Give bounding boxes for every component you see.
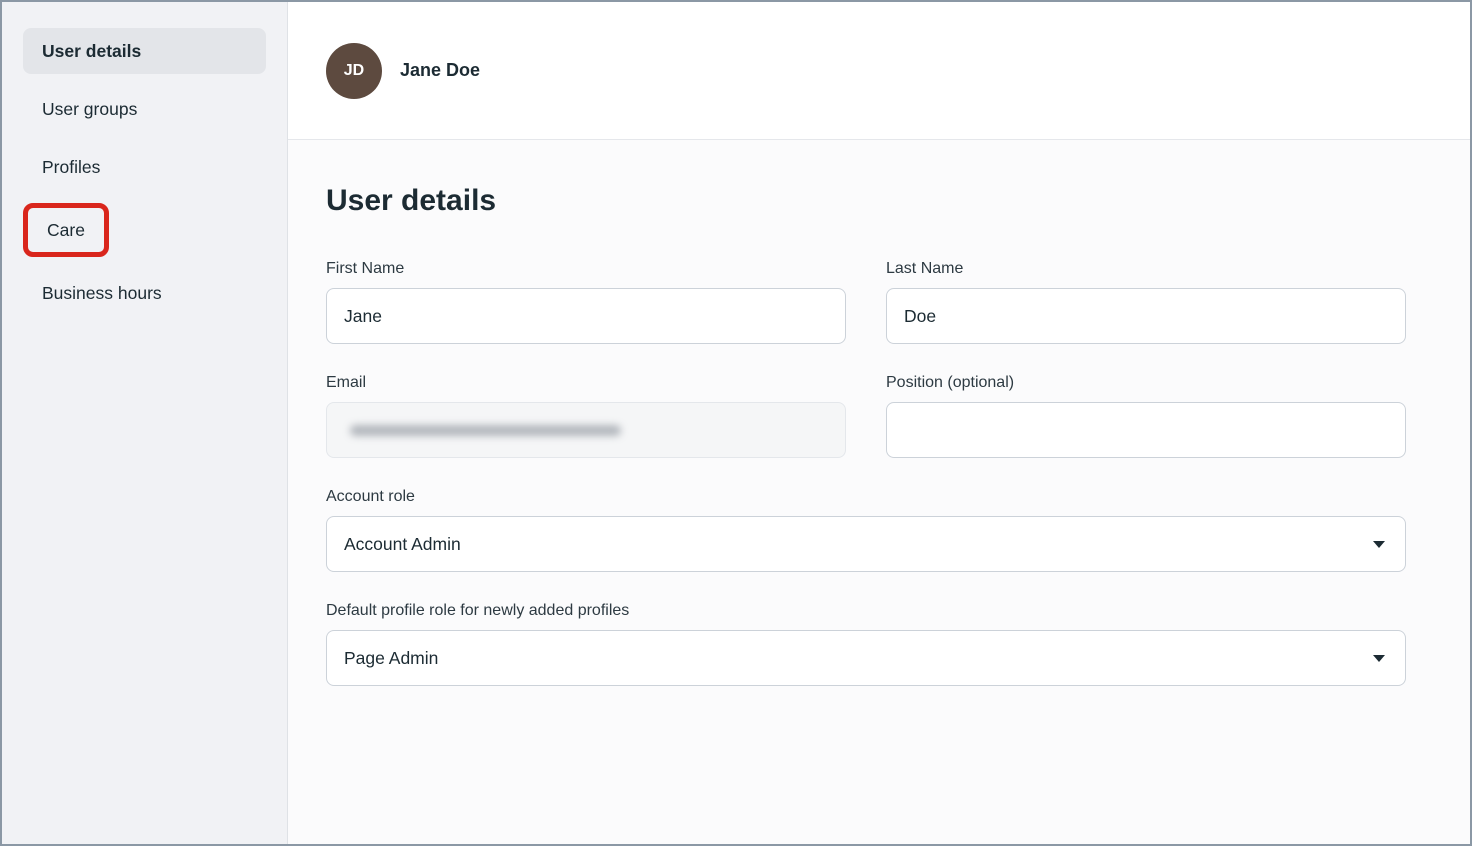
default-profile-role-select[interactable]: Page Admin: [326, 630, 1406, 686]
sidebar-item-user-details[interactable]: User details: [23, 28, 266, 74]
name-fields-row: First Name Last Name: [326, 260, 1406, 344]
user-header: JD Jane Doe: [288, 2, 1470, 140]
first-name-input[interactable]: [326, 288, 846, 344]
avatar: JD: [326, 43, 382, 99]
redacted-email-blur: [350, 425, 621, 436]
chevron-down-icon: [1373, 655, 1385, 662]
first-name-field-block: First Name: [326, 260, 846, 344]
sidebar-item-label: User details: [42, 41, 141, 61]
sidebar-item-label: Care: [47, 220, 85, 240]
page-title: User details: [326, 184, 1406, 218]
last-name-label: Last Name: [886, 260, 1406, 278]
sidebar-item-business-hours[interactable]: Business hours: [23, 270, 266, 316]
email-position-row: Email Position (optional): [326, 374, 1406, 458]
email-field-block: Email: [326, 374, 846, 458]
sidebar-item-care[interactable]: Care: [23, 202, 266, 258]
default-profile-role-label: Default profile role for newly added pro…: [326, 602, 1406, 620]
user-name: Jane Doe: [400, 60, 480, 81]
position-input[interactable]: [886, 402, 1406, 458]
account-role-label: Account role: [326, 488, 1406, 506]
app-window: User details User groups Profiles Care B…: [0, 0, 1472, 846]
default-profile-role-field-block: Default profile role for newly added pro…: [326, 602, 1406, 686]
first-name-label: First Name: [326, 260, 846, 278]
position-field-block: Position (optional): [886, 374, 1406, 458]
position-label: Position (optional): [886, 374, 1406, 392]
account-role-select[interactable]: Account Admin: [326, 516, 1406, 572]
avatar-initials: JD: [344, 62, 364, 80]
last-name-field-block: Last Name: [886, 260, 1406, 344]
sidebar-item-label: Profiles: [42, 157, 100, 177]
sidebar-item-label: User groups: [42, 99, 137, 119]
last-name-input[interactable]: [886, 288, 1406, 344]
sidebar-item-profiles[interactable]: Profiles: [23, 144, 266, 190]
sidebar-item-label: Business hours: [42, 283, 162, 303]
settings-sidebar: User details User groups Profiles Care B…: [2, 2, 288, 844]
chevron-down-icon: [1373, 541, 1385, 548]
email-input-redacted: [326, 402, 846, 458]
main-panel: JD Jane Doe User details First Name Last…: [288, 2, 1470, 844]
care-annotation-highlight: Care: [23, 203, 109, 257]
email-label: Email: [326, 374, 846, 392]
default-profile-role-value: Page Admin: [344, 648, 438, 669]
sidebar-item-user-groups[interactable]: User groups: [23, 86, 266, 132]
account-role-field-block: Account role Account Admin: [326, 488, 1406, 572]
account-role-value: Account Admin: [344, 534, 461, 555]
user-details-content: User details First Name Last Name Email: [288, 140, 1470, 844]
